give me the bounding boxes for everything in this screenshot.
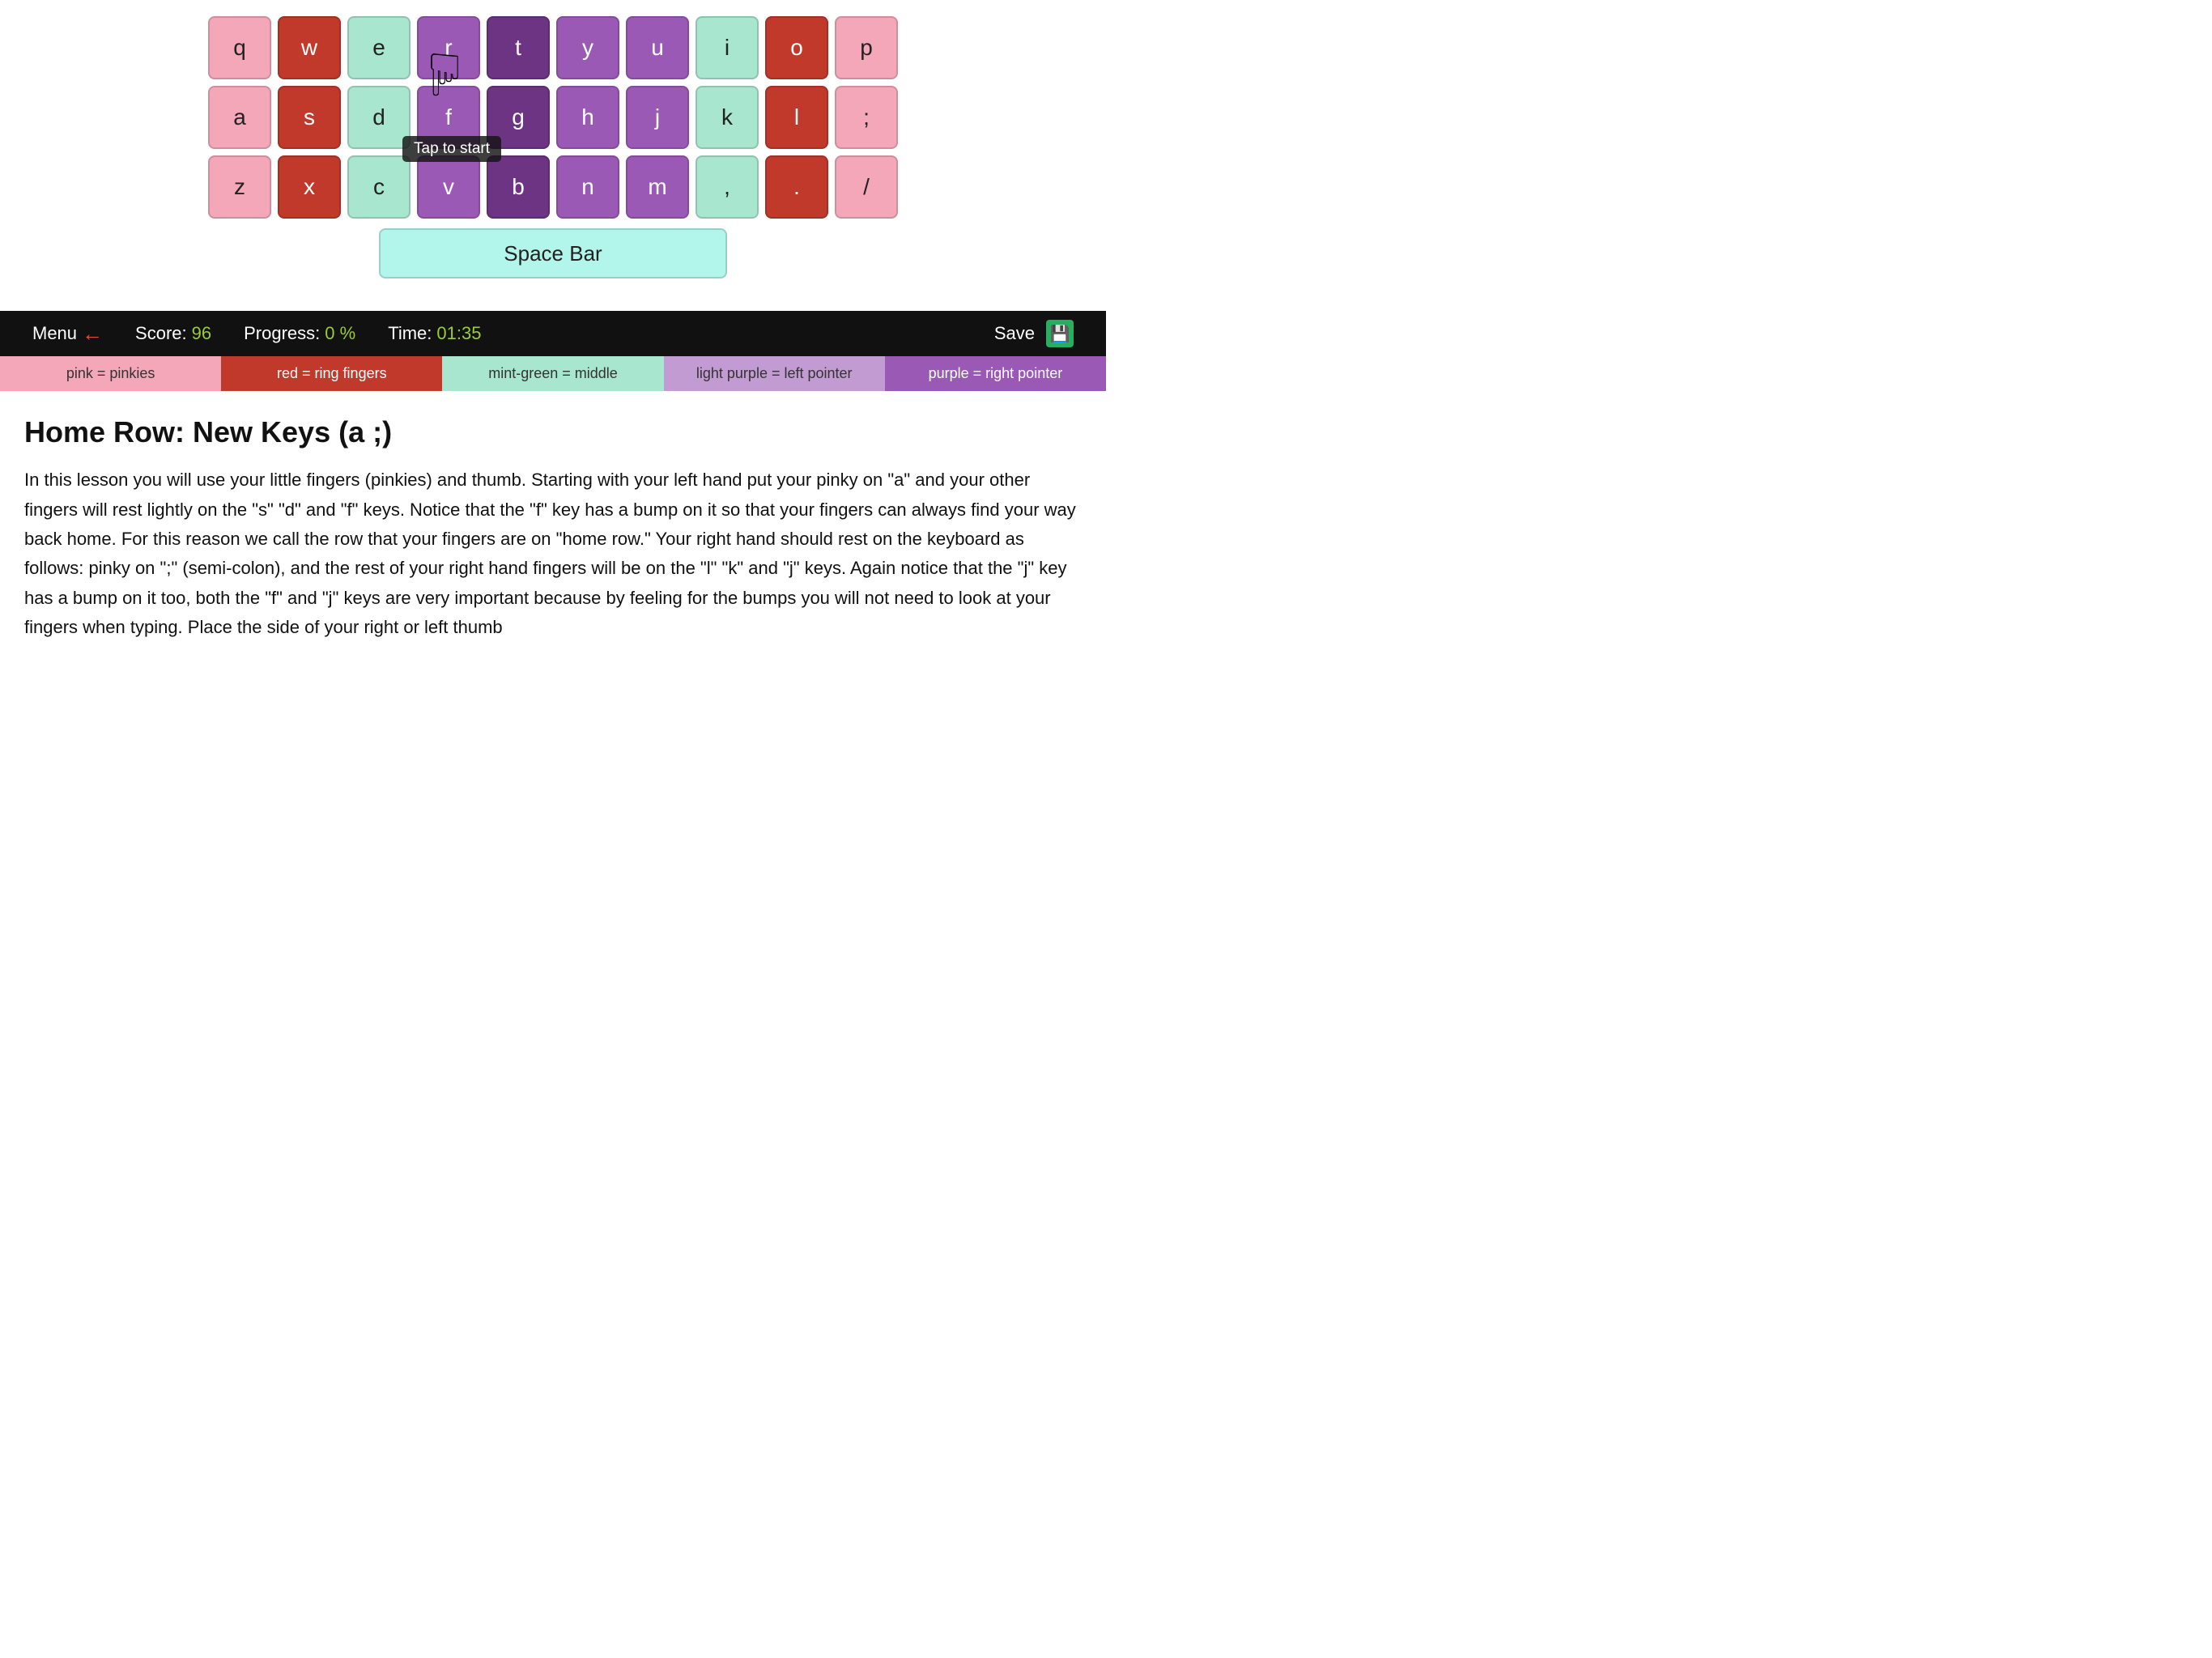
save-icon: 💾 bbox=[1046, 320, 1074, 347]
progress-display: Progress: 0 % bbox=[228, 323, 372, 344]
key-h[interactable]: h bbox=[556, 86, 619, 149]
key-m[interactable]: m bbox=[626, 155, 689, 219]
key-d[interactable]: d bbox=[347, 86, 410, 149]
spacebar-container: Space Bar bbox=[379, 228, 727, 278]
key-q[interactable]: q bbox=[208, 16, 271, 79]
key-w[interactable]: w bbox=[278, 16, 341, 79]
key-s[interactable]: s bbox=[278, 86, 341, 149]
key-t[interactable]: t bbox=[487, 16, 550, 79]
keyboard-row-2: asdfghjkl; bbox=[208, 86, 898, 149]
save-button[interactable]: Save 💾 bbox=[978, 320, 1090, 347]
menu-button[interactable]: Menu ← bbox=[16, 321, 119, 346]
menu-bar: Menu ← Score: 96 Progress: 0 % Time: 01:… bbox=[0, 311, 1106, 356]
legend-item-0: pink = pinkies bbox=[0, 356, 221, 391]
time-label: Time: bbox=[388, 323, 432, 344]
keyboard-row-2-wrapper: asdfghjkl; ☟ Tap to start bbox=[208, 86, 898, 149]
key-.[interactable]: . bbox=[765, 155, 828, 219]
legend-item-4: purple = right pointer bbox=[885, 356, 1106, 391]
key-b[interactable]: b bbox=[487, 155, 550, 219]
tap-to-start-tooltip[interactable]: Tap to start bbox=[402, 136, 501, 162]
key-z[interactable]: z bbox=[208, 155, 271, 219]
legend-item-1: red = ring fingers bbox=[221, 356, 442, 391]
key-p[interactable]: p bbox=[835, 16, 898, 79]
key-o[interactable]: o bbox=[765, 16, 828, 79]
back-arrow-icon[interactable]: ← bbox=[82, 321, 103, 346]
time-value: 01:35 bbox=[436, 323, 481, 344]
key-k[interactable]: k bbox=[696, 86, 759, 149]
key-j[interactable]: j bbox=[626, 86, 689, 149]
key-u[interactable]: u bbox=[626, 16, 689, 79]
key-e[interactable]: e bbox=[347, 16, 410, 79]
content-area: Home Row: New Keys (a ;) In this lesson … bbox=[0, 391, 1106, 674]
key-i[interactable]: i bbox=[696, 16, 759, 79]
legend-bar: pink = pinkiesred = ring fingersmint-gre… bbox=[0, 356, 1106, 391]
key-c[interactable]: c bbox=[347, 155, 410, 219]
progress-value: 0 % bbox=[325, 323, 355, 344]
key-;[interactable]: ; bbox=[835, 86, 898, 149]
keyboard-area: qwertyuiop asdfghjkl; ☟ Tap to start zxc… bbox=[0, 0, 1106, 287]
time-display: Time: 01:35 bbox=[372, 323, 497, 344]
spacebar-key[interactable]: Space Bar bbox=[379, 228, 727, 278]
key-,[interactable]: , bbox=[696, 155, 759, 219]
key-r[interactable]: r bbox=[417, 16, 480, 79]
legend-item-3: light purple = left pointer bbox=[664, 356, 885, 391]
keyboard-row-1: qwertyuiop bbox=[208, 16, 898, 79]
key-n[interactable]: n bbox=[556, 155, 619, 219]
content-body: In this lesson you will use your little … bbox=[24, 466, 1082, 642]
score-value: 96 bbox=[192, 323, 211, 344]
key-y[interactable]: y bbox=[556, 16, 619, 79]
key-x[interactable]: x bbox=[278, 155, 341, 219]
key-l[interactable]: l bbox=[765, 86, 828, 149]
key-v[interactable]: v bbox=[417, 155, 480, 219]
progress-label: Progress: bbox=[244, 323, 320, 344]
legend-item-2: mint-green = middle bbox=[442, 356, 663, 391]
menu-label: Menu bbox=[32, 323, 77, 344]
score-display: Score: 96 bbox=[119, 323, 228, 344]
content-title: Home Row: New Keys (a ;) bbox=[24, 415, 1082, 449]
score-label: Score: bbox=[135, 323, 187, 344]
keyboard-row-3: zxcvbnm,./ bbox=[208, 155, 898, 219]
key-/[interactable]: / bbox=[835, 155, 898, 219]
save-label: Save bbox=[994, 323, 1035, 344]
key-a[interactable]: a bbox=[208, 86, 271, 149]
